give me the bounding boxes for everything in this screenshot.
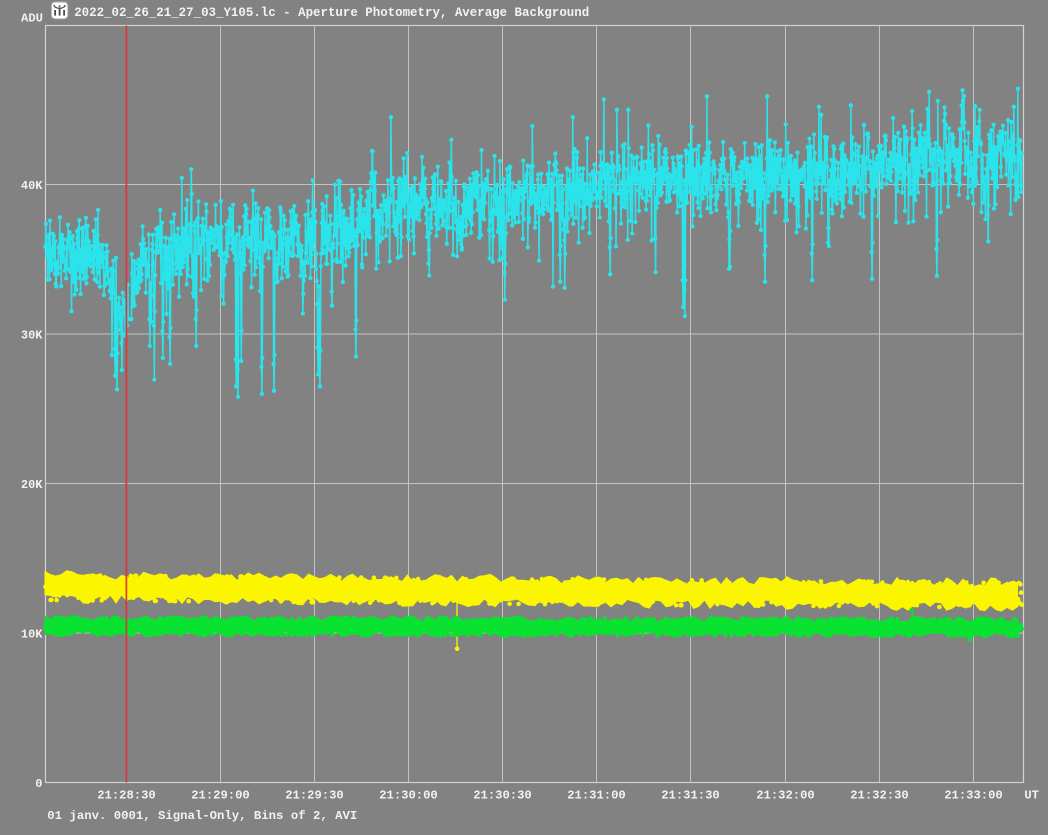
svg-text:30K: 30K (21, 329, 43, 343)
svg-text:10K: 10K (21, 628, 43, 642)
svg-text:21:31:00: 21:31:00 (567, 789, 626, 803)
svg-text:21:29:00: 21:29:00 (191, 789, 250, 803)
svg-text:40K: 40K (21, 179, 43, 193)
svg-text:21:30:00: 21:30:00 (379, 789, 438, 803)
svg-text:21:30:30: 21:30:30 (473, 789, 532, 803)
svg-text:0: 0 (35, 777, 42, 791)
svg-text:2022_02_26_21_27_03_Y105.lc -: 2022_02_26_21_27_03_Y105.lc - Aperture P… (74, 6, 589, 20)
svg-text:UT: UT (1024, 789, 1039, 803)
svg-text:21:33:00: 21:33:00 (944, 789, 1003, 803)
svg-text:20K: 20K (21, 478, 43, 492)
svg-text:21:32:00: 21:32:00 (756, 789, 815, 803)
svg-text:21:29:30: 21:29:30 (285, 789, 344, 803)
svg-text:21:31:30: 21:31:30 (661, 789, 720, 803)
svg-text:21:32:30: 21:32:30 (850, 789, 909, 803)
svg-text:ADU: ADU (21, 12, 43, 26)
svg-text:21:28:30: 21:28:30 (97, 789, 156, 803)
svg-text:01 janv. 0001, Signal-Only, Bi: 01 janv. 0001, Signal-Only, Bins of 2, A… (47, 809, 357, 823)
